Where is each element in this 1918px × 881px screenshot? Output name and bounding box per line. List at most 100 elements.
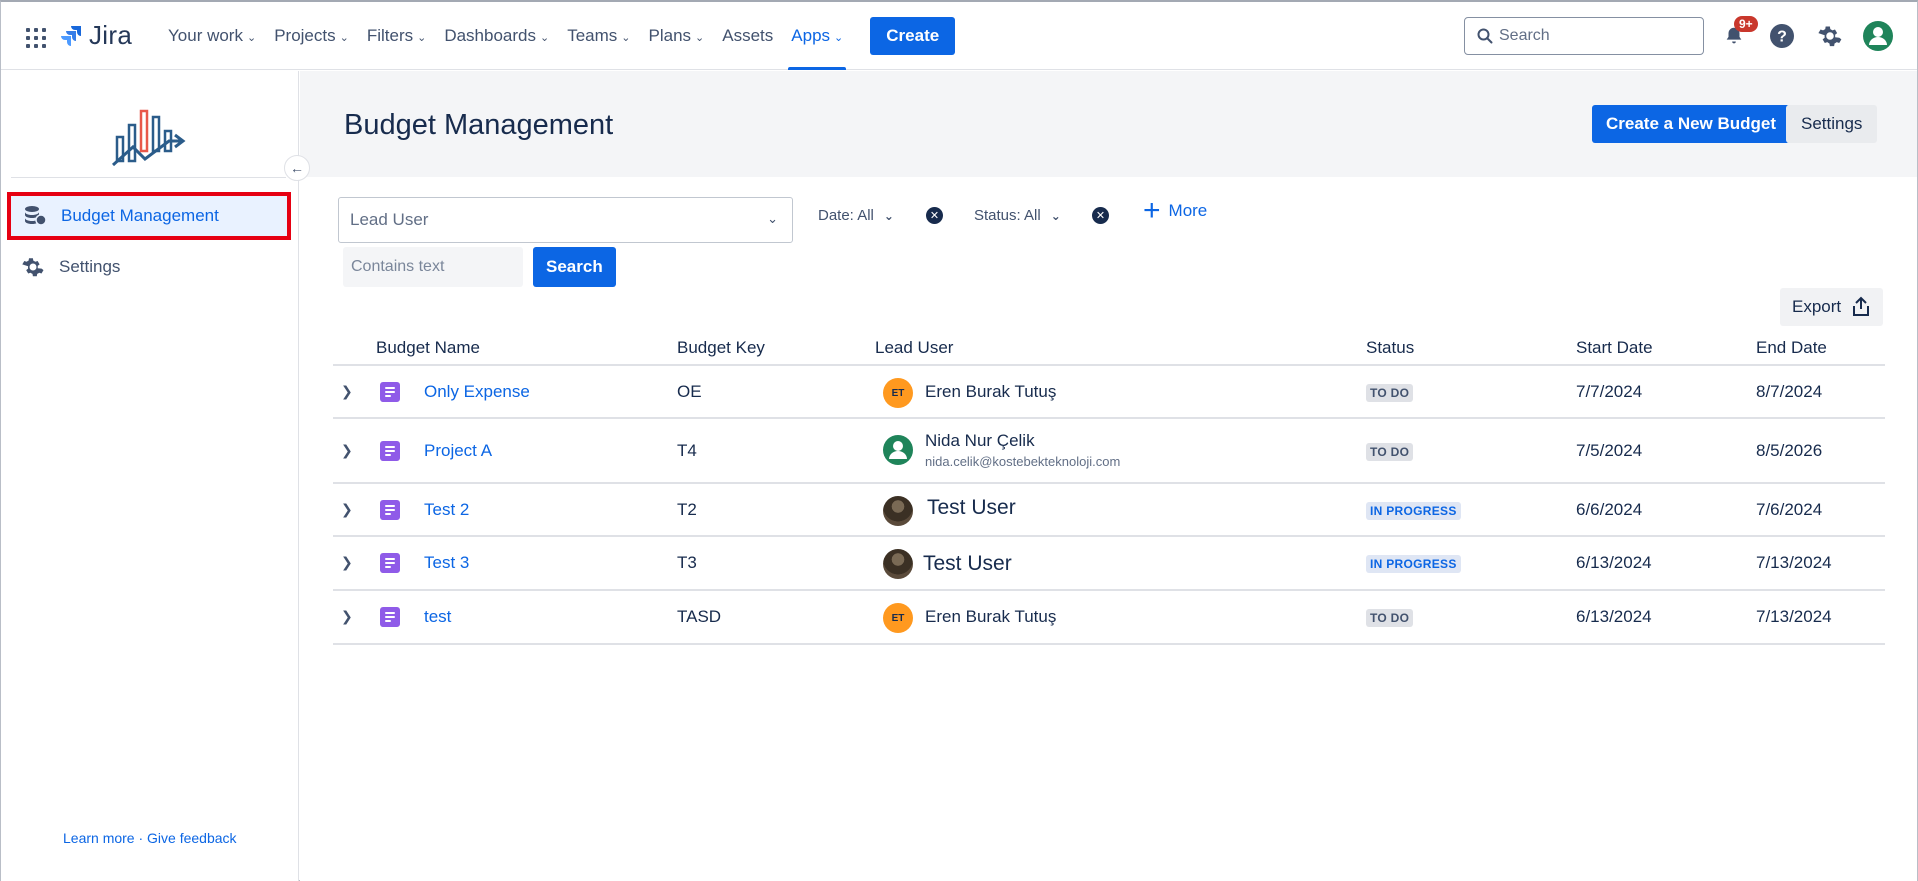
chevron-right-icon[interactable]: ❯ [341,501,353,518]
budget-key: TASD [677,607,722,626]
chevron-down-icon: ⌄ [339,31,349,44]
app-switcher-icon[interactable] [26,28,46,48]
lead-user-name: Eren Burak Tutuş [925,607,1057,626]
jira-logo-text: Jira [89,20,133,50]
col-budget-key[interactable]: Budget Key [677,338,765,358]
nav-dashboards[interactable]: Dashboards ⌄ [435,2,558,70]
main-content: Budget Management Create a New Budget Se… [300,71,1917,881]
status-badge: TO DO [1366,609,1414,627]
page-title: Budget Management [344,109,614,141]
chevron-down-icon: ⌄ [417,31,427,44]
chevron-down-icon: ⌄ [1050,208,1061,223]
sidebar-item-label: Budget Management [61,206,219,225]
chevron-right-icon[interactable]: ❯ [341,608,353,625]
clear-status-filter-icon[interactable]: ✕ [1092,207,1109,224]
learn-more-link[interactable]: Learn more [63,830,135,846]
coins-stack-icon [25,206,47,226]
chevron-down-icon: ⌄ [695,31,705,44]
col-status[interactable]: Status [1366,338,1414,358]
start-date: 6/6/2024 [1576,500,1643,519]
search-icon [1477,28,1493,44]
table-row[interactable]: ❯ test TASD ET Eren Burak Tutuş TO DO 6/… [333,591,1885,645]
status-badge: TO DO [1366,384,1414,402]
nav-your-work[interactable]: Your work ⌄ [159,2,265,70]
budget-page-icon [380,553,400,573]
help-icon[interactable]: ? [1764,20,1800,52]
start-date: 7/5/2024 [1576,441,1643,460]
chevron-right-icon[interactable]: ❯ [341,554,353,571]
sidebar-item-label: Settings [59,257,121,276]
search-button[interactable]: Search [533,247,616,287]
budget-name-link[interactable]: Only Expense [424,382,530,402]
settings-button[interactable]: Settings [1786,105,1878,143]
more-filters-button[interactable]: + More [1143,196,1207,226]
contains-text-input[interactable]: Contains text [343,247,523,287]
avatar [883,496,913,526]
notification-bell-icon[interactable]: 9+ [1716,16,1758,52]
clear-date-filter-icon[interactable]: ✕ [926,207,943,224]
create-new-budget-button[interactable]: Create a New Budget [1592,105,1791,143]
chevron-right-icon[interactable]: ❯ [341,442,353,459]
settings-gear-icon[interactable] [1812,20,1848,52]
table-row[interactable]: ❯ Project A T4 Nida Nur Çelik nida.celik… [333,419,1885,484]
end-date: 7/13/2024 [1756,607,1832,626]
nav-label: Filters [366,26,414,45]
table-row[interactable]: ❯ Only Expense OE ET Eren Burak Tutuş TO… [333,366,1885,419]
jira-logo[interactable]: Jira [61,20,132,51]
chevron-right-icon[interactable]: ❯ [341,383,353,400]
lead-user-name: Nida Nur Çelik [925,431,1035,450]
nav-label: Projects [274,26,336,45]
nav-label: Apps [791,26,831,45]
nav-filters[interactable]: Filters ⌄ [358,2,436,70]
page-header: Budget Management Create a New Budget Se… [300,71,1917,177]
status-badge: IN PROGRESS [1366,502,1461,520]
budget-name-link[interactable]: test [424,607,451,627]
lead-user-name: Test User [927,496,1016,519]
col-lead-user[interactable]: Lead User [875,338,953,358]
chevron-down-icon: ⌄ [767,211,778,226]
nav-teams[interactable]: Teams ⌄ [558,2,639,70]
collapse-sidebar-button[interactable]: ← [284,155,310,181]
create-button[interactable]: Create [870,17,956,55]
sidebar-item-settings[interactable]: Settings [7,243,291,291]
nav-assets[interactable]: Assets [713,2,782,70]
lead-user-email: nida.celik@kostebekteknoloji.com [925,454,1121,469]
nav-apps[interactable]: Apps ⌄ [782,2,852,70]
table-row[interactable]: ❯ Test 2 T2 Test User IN PROGRESS 6/6/20… [333,484,1885,537]
col-start-date[interactable]: Start Date [1576,338,1653,358]
budget-table: Budget Name Budget Key Lead User Status … [333,328,1885,645]
table-row[interactable]: ❯ Test 3 T3 Test User IN PROGRESS 6/13/2… [333,537,1885,591]
svg-text:?: ? [1777,29,1787,46]
date-filter-dropdown[interactable]: Date: All ⌄ [818,207,894,224]
export-label: Export [1792,297,1842,316]
arrow-left-icon: ← [290,160,304,176]
lead-user-select[interactable]: Lead User ⌄ [338,197,793,243]
gear-icon [22,258,44,277]
user-avatar-icon[interactable] [1860,20,1896,52]
jira-logo-icon [61,25,81,46]
sidebar-item-budget-management[interactable]: Budget Management [7,192,291,240]
end-date: 8/5/2026 [1756,441,1823,460]
col-end-date[interactable]: End Date [1756,338,1827,358]
sidebar: ← Budget Management Settings Learn more … [1,71,310,881]
lead-user-name: Eren Burak Tutuş [925,382,1057,401]
sidebar-footer: Learn more · Give feedback [63,830,237,846]
budget-name-link[interactable]: Test 2 [424,500,469,520]
give-feedback-link[interactable]: Give feedback [147,830,237,846]
budget-name-link[interactable]: Test 3 [424,553,469,573]
avatar: ET [883,603,913,633]
col-budget-name[interactable]: Budget Name [376,338,480,358]
top-navigation: Jira Your work ⌄ Projects ⌄ Filters ⌄ Dashb… [1,2,1917,70]
nav-projects[interactable]: Projects ⌄ [265,2,358,70]
nav-label: Plans [648,26,692,45]
budget-page-icon [380,607,400,627]
contains-placeholder: Contains text [351,258,445,275]
nav-plans[interactable]: Plans ⌄ [640,2,714,70]
global-search-input[interactable]: Search [1464,17,1704,55]
avatar: ET [883,378,913,408]
budget-name-link[interactable]: Project A [424,441,492,461]
status-filter-dropdown[interactable]: Status: All ⌄ [974,207,1061,224]
export-button[interactable]: Export [1780,288,1884,326]
budget-page-icon [380,441,400,461]
search-placeholder: Search [1499,27,1550,44]
